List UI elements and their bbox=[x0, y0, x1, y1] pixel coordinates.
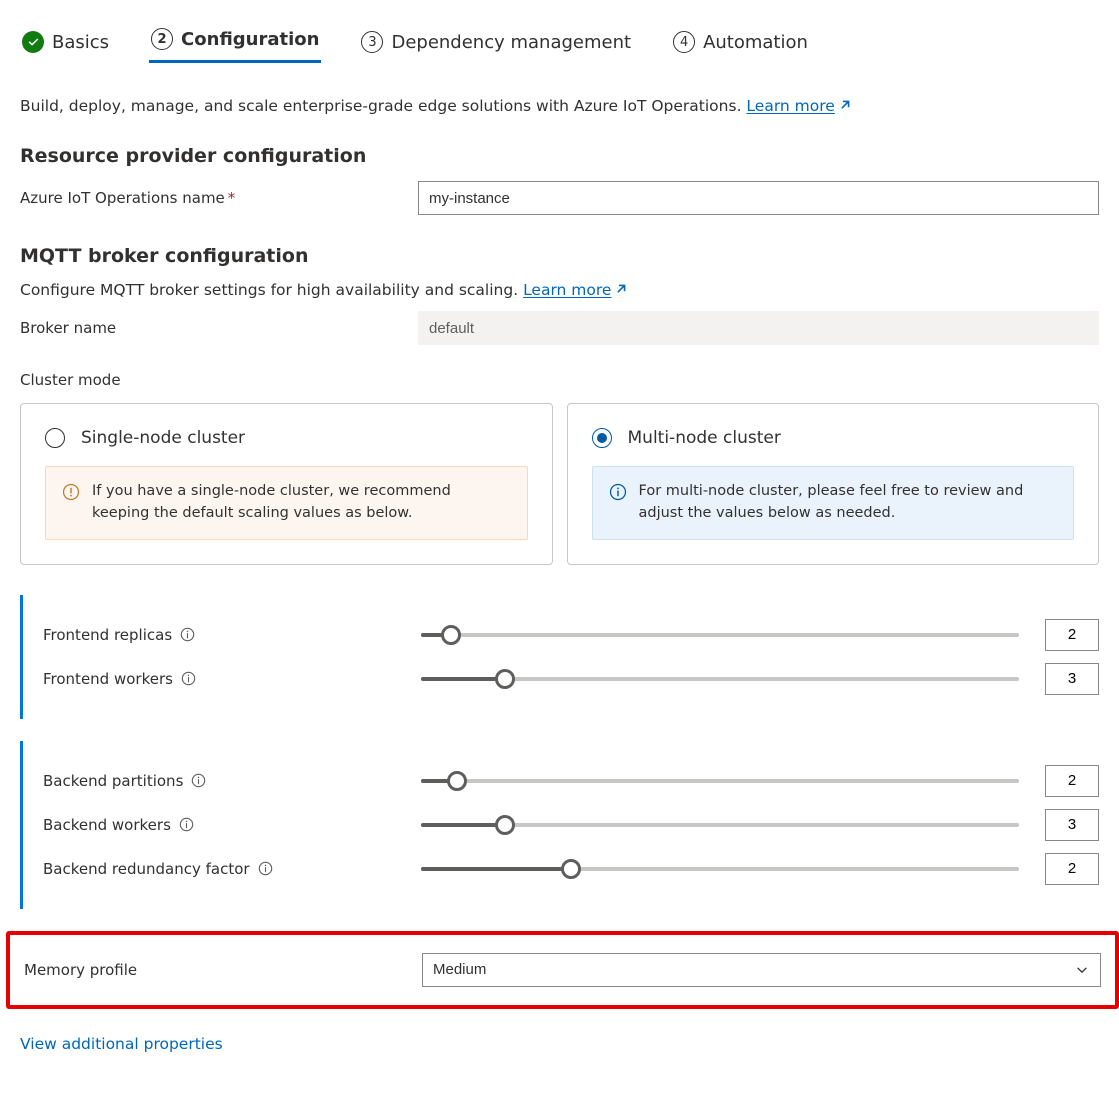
intro-text: Build, deploy, manage, and scale enterpr… bbox=[20, 97, 1099, 115]
frontend-replicas-slider[interactable] bbox=[421, 625, 1019, 645]
frontend-workers-slider[interactable] bbox=[421, 669, 1019, 689]
cluster-mode-options: Single-node cluster If you have a single… bbox=[20, 403, 1099, 565]
memory-profile-label: Memory profile bbox=[24, 961, 422, 979]
frontend-workers-label: Frontend workers bbox=[43, 670, 173, 688]
info-icon[interactable] bbox=[258, 861, 273, 876]
backend-workers-row: Backend workers bbox=[43, 809, 1099, 841]
step-number-icon: 4 bbox=[673, 31, 695, 53]
required-asterisk: * bbox=[228, 189, 236, 207]
cluster-mode-label: Cluster mode bbox=[20, 371, 1099, 389]
cluster-multi-card[interactable]: Multi-node cluster For multi-node cluste… bbox=[567, 403, 1100, 565]
tab-dependency-label: Dependency management bbox=[391, 32, 631, 53]
tab-automation-label: Automation bbox=[703, 32, 808, 53]
backend-workers-label: Backend workers bbox=[43, 816, 171, 834]
info-icon[interactable] bbox=[179, 817, 194, 832]
tab-automation[interactable]: 4 Automation bbox=[671, 25, 810, 63]
info-icon[interactable] bbox=[191, 773, 206, 788]
tab-basics-label: Basics bbox=[52, 32, 109, 53]
mqtt-subintro: Configure MQTT broker settings for high … bbox=[20, 281, 1099, 299]
broker-name-input bbox=[418, 311, 1099, 345]
backend-redundancy-label: Backend redundancy factor bbox=[43, 860, 250, 878]
backend-partitions-row: Backend partitions bbox=[43, 765, 1099, 797]
cluster-single-card[interactable]: Single-node cluster If you have a single… bbox=[20, 403, 553, 565]
frontend-workers-row: Frontend workers bbox=[43, 663, 1099, 695]
aio-name-input[interactable] bbox=[418, 181, 1099, 215]
tab-configuration-label: Configuration bbox=[181, 29, 319, 50]
wizard-tabs: Basics 2 Configuration 3 Dependency mana… bbox=[20, 22, 1099, 63]
frontend-replicas-input[interactable] bbox=[1045, 619, 1099, 651]
broker-name-label: Broker name bbox=[20, 319, 418, 337]
info-warn-icon bbox=[62, 483, 80, 501]
backend-workers-input[interactable] bbox=[1045, 809, 1099, 841]
tab-dependency[interactable]: 3 Dependency management bbox=[359, 25, 633, 63]
multi-node-info: For multi-node cluster, please feel free… bbox=[592, 466, 1075, 540]
info-icon[interactable] bbox=[181, 671, 196, 686]
intro-body: Build, deploy, manage, and scale enterpr… bbox=[20, 97, 746, 115]
learn-more-link[interactable]: Learn more bbox=[746, 97, 850, 115]
mqtt-heading: MQTT broker configuration bbox=[20, 245, 1099, 267]
cluster-single-title: Single-node cluster bbox=[81, 428, 245, 448]
frontend-replicas-row: Frontend replicas bbox=[43, 619, 1099, 651]
backend-redundancy-row: Backend redundancy factor bbox=[43, 853, 1099, 885]
step-number-icon: 3 bbox=[361, 31, 383, 53]
info-icon bbox=[609, 483, 627, 501]
backend-partitions-label: Backend partitions bbox=[43, 772, 183, 790]
external-link-icon bbox=[614, 283, 627, 296]
radio-checked-icon bbox=[592, 428, 612, 448]
backend-redundancy-input[interactable] bbox=[1045, 853, 1099, 885]
view-additional-properties-link[interactable]: View additional properties bbox=[20, 1035, 223, 1053]
backend-partitions-input[interactable] bbox=[1045, 765, 1099, 797]
backend-partitions-slider[interactable] bbox=[421, 771, 1019, 791]
backend-slider-group: Backend partitions Backend workers Backe… bbox=[20, 741, 1099, 909]
external-link-icon bbox=[838, 99, 851, 112]
backend-workers-slider[interactable] bbox=[421, 815, 1019, 835]
memory-profile-select[interactable] bbox=[422, 953, 1101, 987]
learn-more-label: Learn more bbox=[746, 97, 834, 115]
single-node-info: If you have a single-node cluster, we re… bbox=[45, 466, 528, 540]
frontend-slider-group: Frontend replicas Frontend workers bbox=[20, 595, 1099, 719]
aio-name-label: Azure IoT Operations name* bbox=[20, 189, 418, 207]
frontend-replicas-label: Frontend replicas bbox=[43, 626, 172, 644]
mqtt-learn-more-link[interactable]: Learn more bbox=[523, 281, 627, 299]
info-icon[interactable] bbox=[180, 627, 195, 642]
backend-redundancy-slider[interactable] bbox=[421, 859, 1019, 879]
tab-configuration[interactable]: 2 Configuration bbox=[149, 22, 321, 63]
radio-unchecked-icon bbox=[45, 428, 65, 448]
check-icon bbox=[22, 31, 44, 53]
memory-profile-highlight: Memory profile bbox=[6, 931, 1119, 1009]
tab-basics[interactable]: Basics bbox=[20, 25, 111, 63]
frontend-workers-input[interactable] bbox=[1045, 663, 1099, 695]
step-number-icon: 2 bbox=[151, 28, 173, 50]
resource-provider-heading: Resource provider configuration bbox=[20, 145, 1099, 167]
cluster-multi-title: Multi-node cluster bbox=[628, 428, 781, 448]
